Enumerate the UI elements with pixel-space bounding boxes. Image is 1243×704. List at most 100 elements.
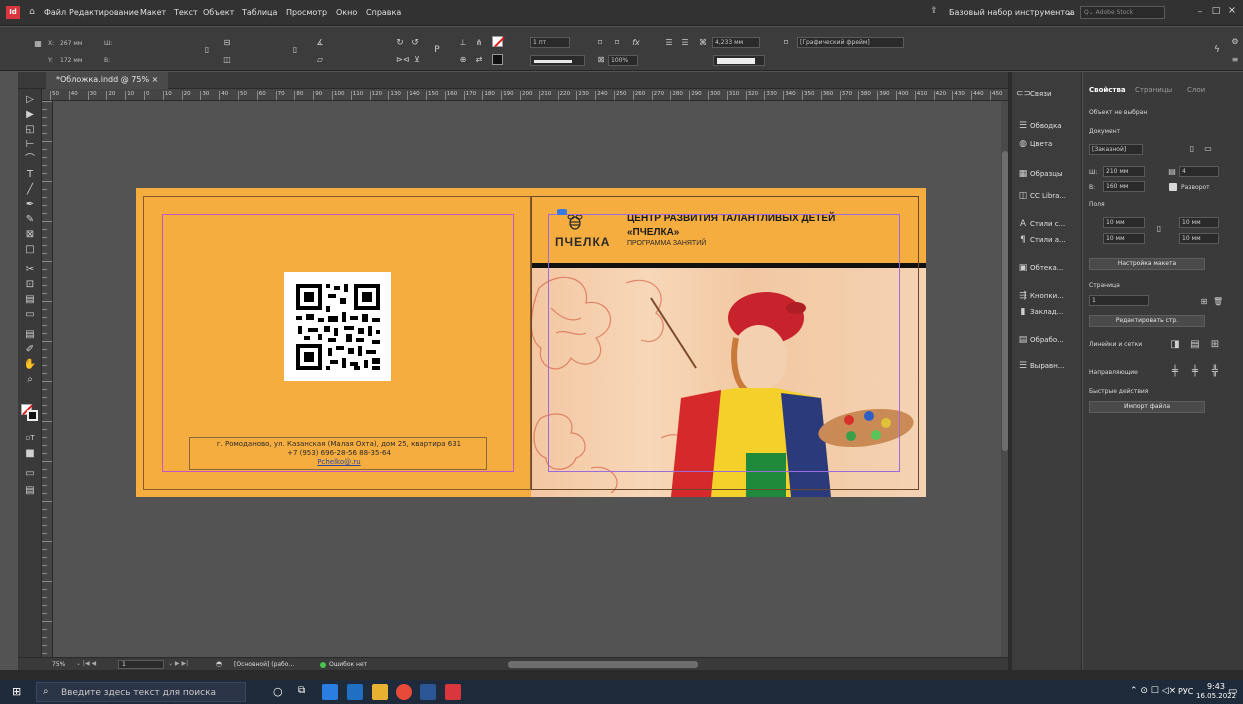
frame-style-select[interactable]: [Графический фрейм] <box>797 37 904 48</box>
rotate-icon[interactable]: ∡ <box>315 38 325 48</box>
menu-table[interactable]: Таблица <box>242 8 277 17</box>
tab-layers[interactable]: Слои <box>1187 86 1205 94</box>
menu-object[interactable]: Объект <box>203 8 234 17</box>
taskbar-search-input[interactable]: ⌕ Введите здесь текст для поиска <box>36 682 246 702</box>
scissors-tool-icon[interactable]: ✂ <box>21 263 39 277</box>
doc-height-field[interactable]: 160 мм <box>1103 181 1145 192</box>
rotate-cw-icon[interactable]: ↻ <box>395 38 405 48</box>
indesign-taskbar-icon[interactable] <box>445 684 461 700</box>
qr-code[interactable] <box>284 272 391 381</box>
menu-view[interactable]: Просмотр <box>286 8 327 17</box>
preset-select[interactable]: [Заказной] <box>1089 144 1143 155</box>
tab-properties[interactable]: Свойства <box>1089 86 1126 94</box>
maximize-button[interactable]: □ <box>1210 6 1222 16</box>
panel-menu-icon[interactable]: ≡ <box>1230 55 1240 65</box>
close-button[interactable]: × <box>1226 5 1238 16</box>
align-left-icon[interactable]: ☰ <box>664 38 674 48</box>
cortana-icon[interactable]: ○ <box>273 685 283 698</box>
share-icon[interactable]: ⇪ <box>928 6 940 16</box>
rectangle-frame-tool-icon[interactable]: ⊠ <box>21 228 39 242</box>
menu-layout[interactable]: Макет <box>140 8 166 17</box>
line-tool-icon[interactable]: ╱ <box>21 183 39 197</box>
select-prev-icon[interactable]: ⇄ <box>474 55 484 65</box>
pencil-tool-icon[interactable]: ✎ <box>21 213 39 227</box>
layout-settings-button[interactable]: Настройка макета <box>1089 258 1205 270</box>
hand-tool-icon[interactable]: ✋ <box>21 358 39 372</box>
zoom-tool-icon[interactable]: ⌕ <box>21 373 39 387</box>
tray-icons[interactable]: ⌃ ⊙ ☐ ◁× <box>1130 686 1176 696</box>
language-indicator[interactable]: РУС <box>1178 687 1193 696</box>
content-collector-icon[interactable]: ⌒ <box>21 153 39 167</box>
panel-item-8[interactable]: ▣ Обтека... <box>1016 260 1080 276</box>
preflight-status[interactable]: Ошибок нет <box>329 661 367 668</box>
address-text-frame[interactable]: г. Ромоданово, ул. Казанская (Малая Охта… <box>189 437 487 470</box>
menu-window[interactable]: Окно <box>336 8 357 17</box>
panel-item-9[interactable]: ⇶ Кнопки... <box>1016 288 1080 304</box>
free-transform-tool-icon[interactable]: ⊡ <box>21 278 39 292</box>
gap-tool-icon[interactable]: ⊢ <box>21 138 39 152</box>
menu-edit[interactable]: Редактирование <box>69 8 139 17</box>
portrait-icon[interactable]: ▯ <box>1187 144 1197 154</box>
panel-item-6[interactable]: A Стили с... <box>1016 216 1080 232</box>
formatting-container-icon[interactable]: ▫T <box>21 431 39 445</box>
fill-stroke-swatch[interactable] <box>21 404 39 422</box>
panel-item-4[interactable]: ▦ Образцы <box>1016 166 1080 182</box>
chrome-icon[interactable] <box>396 684 412 700</box>
panel-item-7[interactable]: ¶ Стили а... <box>1016 232 1080 248</box>
preview-mode-icon[interactable]: ▤ <box>21 484 39 498</box>
word-icon[interactable] <box>420 684 436 700</box>
horizontal-scrollbar-thumb[interactable] <box>508 661 698 668</box>
effects-icon[interactable]: fx <box>630 38 642 48</box>
type-tool-icon[interactable]: T <box>21 168 39 182</box>
home-icon[interactable]: ⌂ <box>26 7 38 17</box>
page-next-icon[interactable]: ⌄ ▶ ▶| <box>168 660 188 667</box>
menu-type[interactable]: Текст <box>174 8 198 17</box>
gradient-swatch-tool-icon[interactable]: ▤ <box>21 293 39 307</box>
stock-search-input[interactable]: Q⌄ Adobe Stock <box>1080 6 1165 19</box>
scale-y-icon[interactable]: ◫ <box>222 55 232 65</box>
screen-mode-icon[interactable]: ▭ <box>21 467 39 481</box>
preview-icon[interactable]: ◓ <box>216 660 222 668</box>
flip-horizontal-icon[interactable]: ⊳⊲ <box>396 55 409 65</box>
menu-file[interactable]: Файл <box>44 8 66 17</box>
zoom-level[interactable]: 75% <box>52 661 65 668</box>
fit-frame-icon[interactable]: ⌑ <box>612 38 622 48</box>
reference-point-icon[interactable]: ▦ <box>32 39 44 49</box>
tab-pages[interactable]: Страницы <box>1135 86 1172 94</box>
page-tool-icon[interactable]: ◱ <box>21 123 39 137</box>
select-container-icon[interactable]: ⊥ <box>458 38 468 48</box>
panel-item-5[interactable]: ◫ CC Libra... <box>1016 188 1080 204</box>
margin-bottom-field[interactable]: 10 мм <box>1103 233 1145 244</box>
task-view-icon[interactable]: ⧉ <box>298 685 305 696</box>
panel-item-2[interactable]: ☰ Обводка <box>1016 118 1080 134</box>
guides-toggle-icon[interactable]: ╪ <box>1169 367 1181 377</box>
frame-fitting-icon[interactable]: ⌑ <box>595 38 605 48</box>
fill-swatch[interactable] <box>492 36 505 48</box>
panel-item-11[interactable]: ▤ Обрабо... <box>1016 332 1080 348</box>
panel-item-1[interactable]: ⊂⊃Связи <box>1016 86 1080 102</box>
color-swatch-field[interactable] <box>713 55 765 66</box>
panel-item-3[interactable]: ◍ Цвета <box>1016 136 1080 152</box>
lock-guides-icon[interactable]: ╪ <box>1189 367 1201 377</box>
store-icon[interactable] <box>322 684 338 700</box>
import-file-button[interactable]: Импорт файла <box>1089 401 1205 413</box>
shear-icon[interactable]: ▱ <box>315 55 325 65</box>
x-value[interactable]: 267 мм <box>60 40 82 47</box>
document-tab[interactable]: *Обложка.indd @ 75% × <box>46 72 169 89</box>
object-style-icon[interactable]: ⌑ <box>781 38 791 48</box>
rotate-ccw-icon[interactable]: ↺ <box>410 38 420 48</box>
selection-tool-icon[interactable]: ▷ <box>21 93 39 107</box>
link-badge-icon[interactable] <box>557 209 567 215</box>
notifications-icon[interactable]: ▭ <box>1228 686 1237 697</box>
stroke-weight-field[interactable]: 1 пт <box>530 37 570 48</box>
select-next-icon[interactable]: ⋔ <box>474 38 484 48</box>
doc-width-field[interactable]: 210 мм <box>1103 166 1145 177</box>
ruler-toggle-icon[interactable]: ◨ <box>1169 340 1181 350</box>
workspace-mode[interactable]: [Основной] (рабо... <box>234 661 294 668</box>
delete-page-icon[interactable]: 🗑 <box>1213 297 1223 307</box>
document-grid-icon[interactable]: ⊞ <box>1209 340 1221 350</box>
flip-vertical-icon[interactable]: ⊻ <box>412 55 422 65</box>
constrain-scale-icon[interactable]: ▯ <box>290 45 300 55</box>
spread-checkbox[interactable] <box>1169 183 1177 191</box>
page-first-icon[interactable]: ⌄ |◀ ◀ <box>76 660 96 667</box>
